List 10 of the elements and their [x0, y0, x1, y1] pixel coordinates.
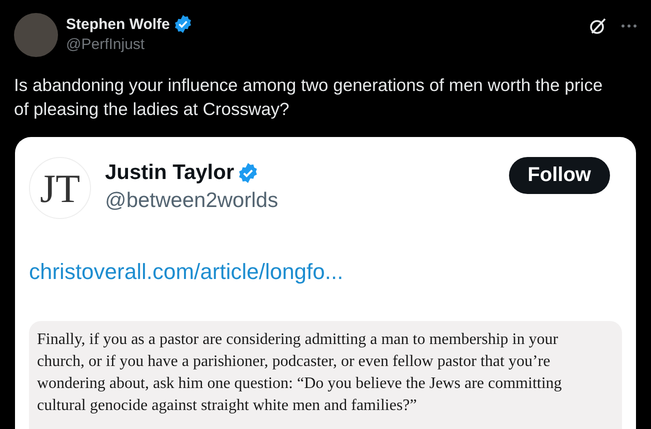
author-name[interactable]: Stephen Wolfe	[66, 16, 170, 32]
author-name: Justin Taylor	[105, 161, 234, 185]
logo-avatar: JT	[29, 157, 91, 219]
quote-text: Finally, if you as a pastor are considering admitting a man to membership in your church, or if you have a parishioner, podcaster, or even fellow pastor that you’re wondering about, ask him one question: “Do you believe the Jews are committing cultural genocide against straight white men and families?”	[37, 330, 563, 416]
more-options-icon[interactable]	[621, 24, 637, 28]
author-handle: @between2worlds	[105, 189, 280, 213]
tweet-text: Is abandoning your influence among two generations of men worth the price of pleasing the ladies at Crossway?	[13, 74, 604, 121]
follow-button[interactable]: Follow	[508, 157, 610, 194]
author-handle[interactable]: @PerfInjust	[66, 36, 581, 53]
slashed-circle-icon[interactable]	[589, 17, 607, 35]
